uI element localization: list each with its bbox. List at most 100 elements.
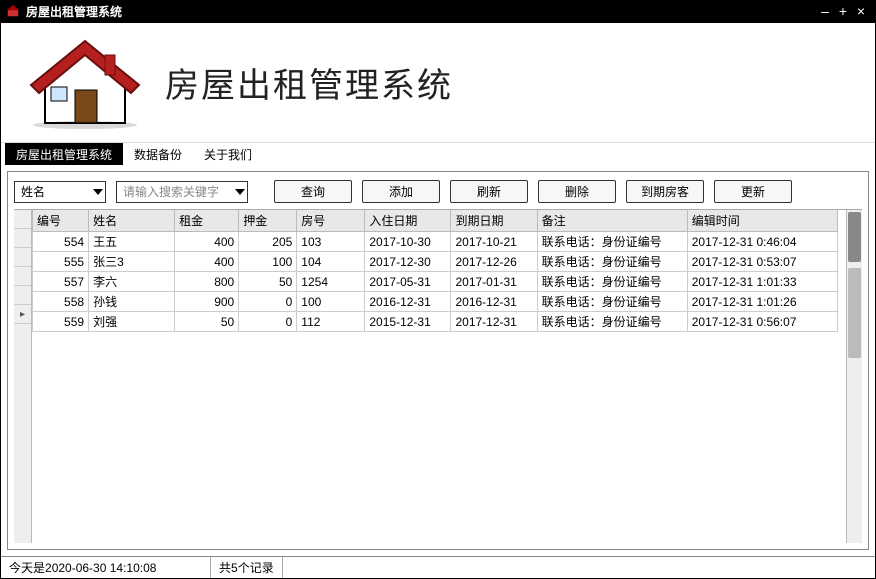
cell-due[interactable]: 2017-01-31 (451, 272, 537, 292)
search-input[interactable]: 请输入搜索关键字 (116, 181, 248, 203)
row-header[interactable] (14, 229, 31, 248)
app-window: 房屋出租管理系统 – + × 房屋出租管理系统 房屋出租管理系统 数据备份 关于… (0, 0, 876, 579)
table-row[interactable]: 559刘强5001122015-12-312017-12-31联系电话：身份证编… (33, 312, 838, 332)
cell-rent[interactable]: 400 (175, 232, 239, 252)
cell-room[interactable]: 100 (297, 292, 365, 312)
col-rent[interactable]: 租金 (175, 210, 239, 232)
cell-deposit[interactable]: 50 (239, 272, 297, 292)
row-header[interactable] (14, 267, 31, 286)
add-button[interactable]: 添加 (362, 180, 440, 203)
app-icon (6, 4, 20, 18)
window-title: 房屋出租管理系统 (26, 3, 816, 20)
cell-checkin[interactable]: 2017-12-30 (365, 252, 451, 272)
cell-remark[interactable]: 联系电话：身份证编号 (537, 292, 687, 312)
cell-deposit[interactable]: 205 (239, 232, 297, 252)
cell-remark[interactable]: 联系电话：身份证编号 (537, 272, 687, 292)
titlebar[interactable]: 房屋出租管理系统 – + × (0, 0, 876, 22)
client-area: 房屋出租管理系统 房屋出租管理系统 数据备份 关于我们 姓名 请输入搜索关键字 … (0, 22, 876, 579)
content-frame: 姓名 请输入搜索关键字 查询 添加 刷新 删除 到期房客 更新 (7, 171, 869, 550)
delete-button[interactable]: 删除 (538, 180, 616, 203)
maximize-button[interactable]: + (834, 4, 852, 18)
cell-name[interactable]: 张三3 (89, 252, 175, 272)
cell-deposit[interactable]: 100 (239, 252, 297, 272)
search-field-select[interactable]: 姓名 (14, 181, 106, 203)
row-header[interactable] (14, 286, 31, 305)
cell-edited[interactable]: 2017-12-31 0:56:07 (687, 312, 837, 332)
house-icon (25, 35, 145, 130)
col-deposit[interactable]: 押金 (239, 210, 297, 232)
app-title: 房屋出租管理系统 (165, 58, 453, 107)
row-header[interactable] (14, 248, 31, 267)
cell-due[interactable]: 2016-12-31 (451, 292, 537, 312)
cell-name[interactable]: 刘强 (89, 312, 175, 332)
cell-remark[interactable]: 联系电话：身份证编号 (537, 232, 687, 252)
table-header-row: 编号 姓名 租金 押金 房号 入住日期 到期日期 备注 编辑时间 (33, 210, 838, 232)
status-bar: 今天是2020-06-30 14:10:08 共 5 个记录 (1, 556, 875, 578)
cell-rent[interactable]: 900 (175, 292, 239, 312)
update-button[interactable]: 更新 (714, 180, 792, 203)
status-date: 今天是2020-06-30 14:10:08 (1, 557, 211, 578)
cell-checkin[interactable]: 2017-05-31 (365, 272, 451, 292)
cell-deposit[interactable]: 0 (239, 292, 297, 312)
cell-id[interactable]: 559 (33, 312, 89, 332)
cell-edited[interactable]: 2017-12-31 0:53:07 (687, 252, 837, 272)
cell-remark[interactable]: 联系电话：身份证编号 (537, 252, 687, 272)
cell-remark[interactable]: 联系电话：身份证编号 (537, 312, 687, 332)
cell-room[interactable]: 1254 (297, 272, 365, 292)
cell-name[interactable]: 李六 (89, 272, 175, 292)
row-header-corner (14, 210, 31, 229)
cell-name[interactable]: 王五 (89, 232, 175, 252)
scrollbar-thumb[interactable] (848, 212, 861, 262)
cell-rent[interactable]: 400 (175, 252, 239, 272)
data-grid[interactable]: ▸ 编号 姓名 租金 押金 房号 入住日期 (14, 209, 862, 543)
cell-id[interactable]: 555 (33, 252, 89, 272)
status-date-value: 2020-06-30 14:10:08 (45, 561, 156, 575)
expired-button[interactable]: 到期房客 (626, 180, 704, 203)
table-row[interactable]: 558孙钱90001002016-12-312016-12-31联系电话：身份证… (33, 292, 838, 312)
row-header-column: ▸ (14, 210, 32, 543)
status-count-value: 5 (231, 561, 238, 575)
cell-due[interactable]: 2017-12-31 (451, 312, 537, 332)
col-due[interactable]: 到期日期 (451, 210, 537, 232)
col-id[interactable]: 编号 (33, 210, 89, 232)
row-header-current[interactable]: ▸ (14, 305, 31, 324)
cell-room[interactable]: 112 (297, 312, 365, 332)
tab-backup[interactable]: 数据备份 (123, 143, 193, 165)
cell-checkin[interactable]: 2015-12-31 (365, 312, 451, 332)
cell-id[interactable]: 557 (33, 272, 89, 292)
scrollbar-thumb[interactable] (848, 268, 861, 358)
col-room[interactable]: 房号 (297, 210, 365, 232)
cell-id[interactable]: 558 (33, 292, 89, 312)
cell-rent[interactable]: 800 (175, 272, 239, 292)
minimize-button[interactable]: – (816, 4, 834, 18)
cell-edited[interactable]: 2017-12-31 1:01:26 (687, 292, 837, 312)
cell-due[interactable]: 2017-10-21 (451, 232, 537, 252)
data-table: 编号 姓名 租金 押金 房号 入住日期 到期日期 备注 编辑时间 554王五40… (32, 210, 838, 332)
table-row[interactable]: 557李六8005012542017-05-312017-01-31联系电话：身… (33, 272, 838, 292)
cell-id[interactable]: 554 (33, 232, 89, 252)
cell-due[interactable]: 2017-12-26 (451, 252, 537, 272)
cell-checkin[interactable]: 2016-12-31 (365, 292, 451, 312)
cell-edited[interactable]: 2017-12-31 0:46:04 (687, 232, 837, 252)
col-edited[interactable]: 编辑时间 (687, 210, 837, 232)
cell-name[interactable]: 孙钱 (89, 292, 175, 312)
refresh-button[interactable]: 刷新 (450, 180, 528, 203)
cell-room[interactable]: 103 (297, 232, 365, 252)
query-button[interactable]: 查询 (274, 180, 352, 203)
chevron-down-icon (235, 189, 245, 195)
cell-room[interactable]: 104 (297, 252, 365, 272)
cell-edited[interactable]: 2017-12-31 1:01:33 (687, 272, 837, 292)
table-row[interactable]: 554王五4002051032017-10-302017-10-21联系电话：身… (33, 232, 838, 252)
close-button[interactable]: × (852, 4, 870, 18)
col-checkin[interactable]: 入住日期 (365, 210, 451, 232)
vertical-scrollbar[interactable] (846, 210, 862, 543)
tab-main[interactable]: 房屋出租管理系统 (5, 143, 123, 165)
col-remark[interactable]: 备注 (537, 210, 687, 232)
cell-deposit[interactable]: 0 (239, 312, 297, 332)
table-row[interactable]: 555张三34001001042017-12-302017-12-26联系电话：… (33, 252, 838, 272)
chevron-down-icon (93, 189, 103, 195)
cell-checkin[interactable]: 2017-10-30 (365, 232, 451, 252)
tab-about[interactable]: 关于我们 (193, 143, 263, 165)
cell-rent[interactable]: 50 (175, 312, 239, 332)
col-name[interactable]: 姓名 (89, 210, 175, 232)
